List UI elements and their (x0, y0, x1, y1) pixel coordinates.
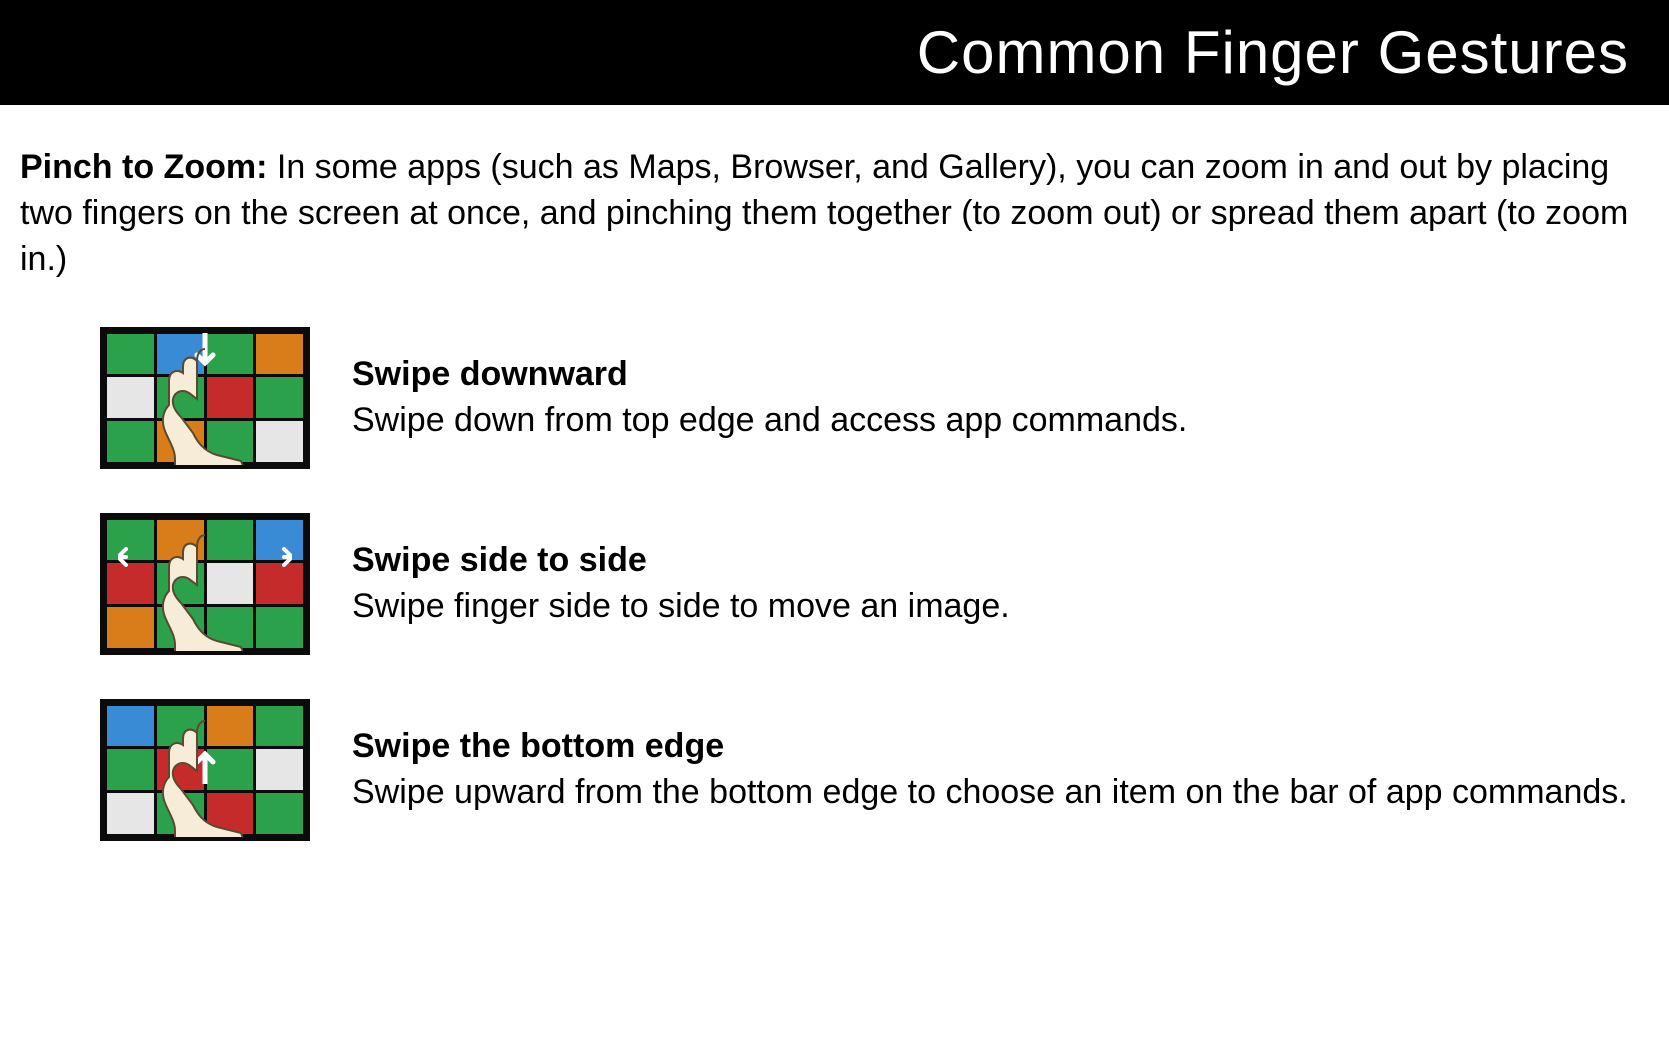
gesture-swipe-down: Swipe downward Swipe down from top edge … (100, 327, 1629, 469)
gesture-description: Swipe finger side to side to move an ima… (352, 584, 1010, 630)
gesture-title: Swipe downward (352, 352, 1187, 398)
gesture-title: Swipe the bottom edge (352, 724, 1628, 770)
intro-text: Pinch to Zoom: In some apps (such as Map… (20, 145, 1629, 283)
gesture-description: Swipe down from top edge and access app … (352, 398, 1187, 444)
intro-label: Pinch to Zoom: (20, 148, 267, 186)
page-title: Common Finger Gestures (0, 0, 1669, 105)
gesture-swipe-side: Swipe side to side Swipe finger side to … (100, 513, 1629, 655)
gesture-description: Swipe upward from the bottom edge to cho… (352, 770, 1628, 816)
swipe-down-icon (100, 327, 310, 469)
gesture-title: Swipe side to side (352, 538, 1010, 584)
swipe-side-icon (100, 513, 310, 655)
swipe-up-icon (100, 699, 310, 841)
gesture-swipe-up: Swipe the bottom edge Swipe upward from … (100, 699, 1629, 841)
